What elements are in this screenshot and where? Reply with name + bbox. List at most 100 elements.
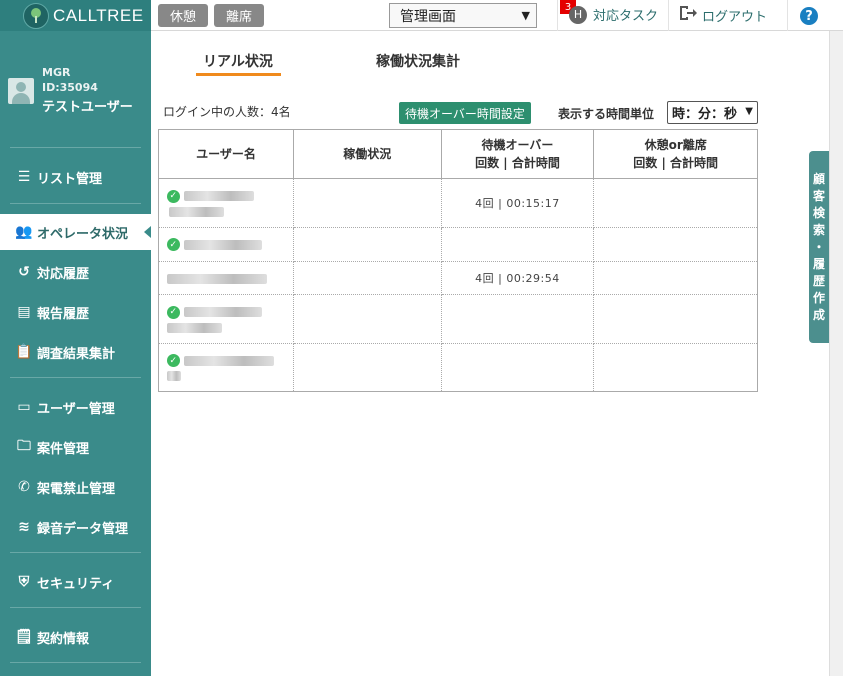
table-row: ✓ — [158, 343, 758, 392]
redacted-username — [184, 307, 262, 318]
divider — [10, 377, 141, 378]
side-tab-char: 顧 — [812, 171, 825, 186]
standby-cell — [440, 343, 595, 392]
divider — [668, 0, 669, 31]
time-unit-value: 時：分：秒 — [672, 107, 738, 122]
sidebar-item-reports[interactable]: ▤ 報告履歴 — [0, 294, 151, 330]
divider — [10, 607, 141, 608]
status-cell — [292, 178, 442, 228]
standby-cell — [440, 294, 595, 344]
sidebar-item-label: 報告履歴 — [37, 306, 90, 322]
divider — [10, 662, 141, 663]
break-cell — [593, 343, 758, 392]
sidebar-item-label: オペレータ状況 — [37, 226, 129, 242]
clipboard-icon: 📋 — [15, 344, 33, 360]
screen-select[interactable]: 管理画面 ▼ — [389, 3, 537, 28]
header-user: ユーザー名 — [158, 129, 294, 179]
user-role: MGR — [42, 66, 71, 79]
sidebar-item-survey[interactable]: 📋 調査結果集計 — [0, 334, 151, 370]
logo[interactable]: CALLTREE — [0, 0, 151, 31]
sidebar-item-users[interactable]: ▭ ユーザー管理 — [0, 389, 151, 425]
sidebar-item-recordings[interactable]: ≋ 録音データ管理 — [0, 509, 151, 545]
active-tab-indicator — [196, 73, 281, 76]
side-tab-char: 歴 — [812, 273, 825, 288]
list-icon: ☰ — [17, 169, 31, 185]
header-break-away: 休憩or離席 回数 | 合計時間 — [593, 129, 758, 179]
divider — [787, 0, 788, 31]
sidebar-item-security[interactable]: ⛨ セキュリティ — [0, 564, 151, 600]
away-button[interactable]: 離席 — [214, 4, 264, 27]
side-tab-char: 作 — [812, 290, 825, 305]
status-cell — [292, 294, 442, 344]
standby-over-settings-button[interactable]: 待機オーバー時間設定 — [399, 102, 531, 124]
sidebar-item-label: 契約情報 — [37, 631, 90, 647]
redacted-username — [184, 191, 254, 202]
screen-select-value: 管理画面 — [400, 8, 456, 25]
sidebar-item-history[interactable]: ↺ 対応履歴 — [0, 254, 151, 290]
header-status: 稼働状況 — [292, 129, 442, 179]
tree-logo-icon — [23, 2, 49, 29]
redacted-username — [184, 239, 262, 250]
tab-summary[interactable]: 稼働状況集計 — [376, 51, 460, 71]
standby-cell: 4回 | 00:29:54 — [440, 261, 595, 295]
redacted-username — [167, 273, 267, 284]
online-check-icon: ✓ — [167, 189, 180, 203]
sidebar-item-projects[interactable]: 🗀 案件管理 — [0, 429, 151, 465]
sidebar-item-label: 対応履歴 — [37, 266, 90, 282]
user-cell: ✓ — [158, 227, 294, 262]
task-avatar-icon: H — [569, 5, 587, 24]
realtime-panel: ログイン中の人数：4名 待機オーバー時間設定 表示する時間単位 時：分：秒 ▼ … — [151, 78, 829, 676]
table-header-row: ユーザー名 稼働状況 待機オーバー 回数 | 合計時間 休憩or離席 回数 | 合計… — [158, 129, 758, 179]
shield-icon: ⛨ — [18, 574, 30, 590]
divider — [557, 0, 558, 31]
tab-realtime[interactable]: リアル状況 — [203, 51, 273, 71]
side-tab-char: 客 — [812, 188, 825, 203]
redacted-username — [184, 355, 274, 366]
folder-icon: 🗀 — [17, 438, 31, 454]
main-content: リアル状況 稼働状況集計 ログイン中の人数：4名 待機オーバー時間設定 表示する… — [151, 31, 829, 676]
user-card-icon: ▭ — [17, 399, 31, 415]
side-tab-char: 履 — [812, 256, 825, 271]
vertical-scrollbar[interactable] — [829, 31, 843, 676]
top-bar: CALLTREE 休憩 離席 管理画面 ▼ 3 H 対応タスク ログアウト ? — [0, 0, 843, 31]
login-count: ログイン中の人数：4名 — [163, 105, 291, 119]
user-name: テストユーザー — [42, 100, 133, 115]
status-cell — [292, 227, 442, 262]
sidebar-item-label: ユーザー管理 — [37, 401, 115, 417]
time-unit-select[interactable]: 時：分：秒 ▼ — [667, 101, 758, 124]
break-button[interactable]: 休憩 — [158, 4, 208, 27]
standby-cell — [440, 227, 595, 262]
logout-button[interactable]: ログアウト — [679, 5, 767, 25]
sidebar-item-label: 架電禁止管理 — [37, 481, 116, 497]
sidebar-item-call-block[interactable]: ✆ 架電禁止管理 — [0, 469, 151, 505]
logout-icon — [679, 5, 697, 25]
report-icon: ▤ — [17, 304, 31, 320]
online-check-icon: ✓ — [167, 354, 180, 368]
header-standby-over: 待機オーバー 回数 | 合計時間 — [440, 129, 595, 179]
redacted-username — [167, 371, 181, 382]
side-tab-char: 成 — [812, 307, 825, 322]
logout-label: ログアウト — [702, 9, 768, 25]
chevron-down-icon: ▼ — [745, 106, 753, 117]
customer-search-tab[interactable]: 顧 客 検 索 ・ 履 歴 作 成 — [809, 151, 829, 343]
table-row: ✓ — [158, 294, 758, 344]
divider — [10, 203, 141, 204]
break-cell — [593, 261, 758, 295]
sidebar-item-label: 案件管理 — [37, 441, 90, 457]
operators-icon: 👥 — [15, 224, 33, 240]
sidebar-item-list[interactable]: ☰ リスト管理 — [0, 159, 151, 195]
history-icon: ↺ — [18, 264, 30, 280]
help-icon[interactable]: ? — [800, 7, 818, 25]
sidebar-item-label: セキュリティ — [37, 576, 115, 592]
table-row: ✓ 4回 | 00:15:17 — [158, 178, 758, 228]
sidebar-item-label: 調査結果集計 — [37, 346, 116, 362]
sidebar-item-contract[interactable]: 🗒 契約情報 — [0, 619, 151, 655]
user-cell: ✓ — [158, 294, 294, 344]
online-check-icon: ✓ — [167, 238, 180, 252]
sidebar-item-operators[interactable]: 👥 オペレータ状況 — [0, 214, 151, 250]
operator-status-table: ユーザー名 稼働状況 待機オーバー 回数 | 合計時間 休憩or離席 回数 | 合計… — [158, 129, 758, 392]
table-row: 4回 | 00:29:54 — [158, 261, 758, 295]
table-row: ✓ — [158, 227, 758, 262]
divider — [10, 147, 141, 148]
task-button[interactable]: H 対応タスク — [569, 5, 658, 24]
